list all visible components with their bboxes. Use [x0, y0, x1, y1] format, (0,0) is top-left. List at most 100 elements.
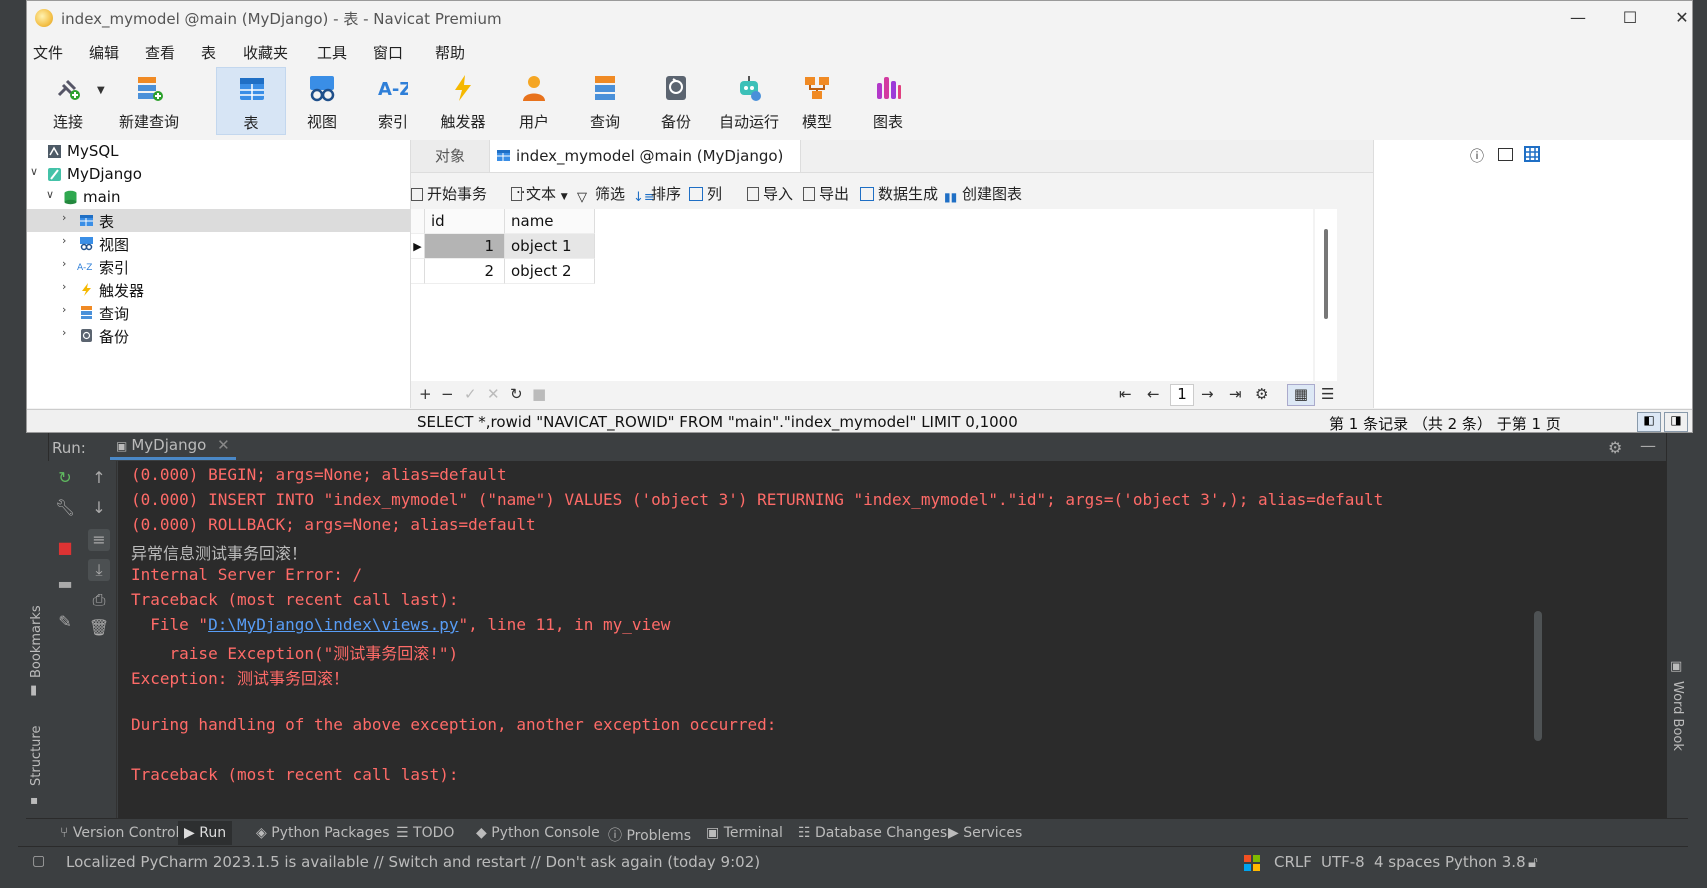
- grid-view-icon[interactable]: ▦: [1287, 384, 1315, 406]
- tree-item-main[interactable]: ∨ main: [27, 186, 410, 209]
- run-tool-tab[interactable]: ▶ Run: [178, 821, 233, 845]
- down-arrow-icon[interactable]: ↓: [88, 497, 110, 519]
- menu-file[interactable]: 文件: [33, 42, 63, 63]
- create-chart-button[interactable]: ▮▮ 创建图表: [944, 183, 1022, 204]
- interpreter-indicator[interactable]: Python 3.8: [1445, 853, 1526, 871]
- toolbar-model-button[interactable]: 模型: [782, 67, 852, 135]
- page-number-input[interactable]: 1: [1170, 384, 1194, 406]
- print-icon[interactable]: ⎙: [88, 589, 110, 611]
- lock-icon[interactable]: 🔓︎: [1528, 853, 1538, 871]
- services-tab[interactable]: ▶ Services: [948, 825, 1022, 841]
- toolbar-table-button[interactable]: 表: [216, 67, 286, 135]
- chevron-down-icon[interactable]: ∨: [30, 165, 42, 178]
- version-control-tab[interactable]: ⑂ Version Control: [60, 825, 179, 841]
- connect-button[interactable]: 连接: [33, 67, 103, 135]
- scrollbar-thumb[interactable]: [1324, 229, 1328, 319]
- chevron-right-icon[interactable]: ›: [62, 280, 74, 293]
- tree-item-triggers[interactable]: › 触发器: [27, 278, 410, 301]
- tab-index-mymodel[interactable]: index_mymodel @main (MyDjango) ...: [489, 140, 801, 197]
- chevron-right-icon[interactable]: ›: [62, 234, 74, 247]
- import-button[interactable]: 导入: [747, 183, 793, 204]
- file-link[interactable]: D:\MyDjango\index\views.py: [208, 615, 458, 634]
- python-console-tab[interactable]: ◆ Python Console: [476, 825, 600, 841]
- chevron-right-icon[interactable]: ›: [62, 326, 74, 339]
- text-button[interactable]: 文本 ▼: [511, 183, 568, 204]
- stop-icon[interactable]: ■: [54, 537, 76, 559]
- table-cell[interactable]: 2: [425, 259, 505, 284]
- tree-item-mysql[interactable]: MySQL: [27, 140, 410, 163]
- toolbar-trigger-button[interactable]: 触发器: [428, 67, 498, 135]
- add-record-button[interactable]: +: [419, 385, 432, 403]
- grid-view-icon[interactable]: [1524, 146, 1540, 162]
- tree-item-tables[interactable]: › 表: [27, 209, 410, 232]
- toolbar-index-button[interactable]: A-Z 索引: [358, 67, 428, 135]
- begin-transaction-button[interactable]: 开始事务: [411, 183, 487, 204]
- trash-icon[interactable]: 🗑︎: [88, 617, 110, 639]
- indent-indicator[interactable]: 4 spaces: [1374, 853, 1440, 871]
- column-header-id[interactable]: id: [425, 209, 505, 234]
- tree-item-indexes[interactable]: › A-Z 索引: [27, 255, 410, 278]
- apply-changes-button[interactable]: ✓: [464, 385, 477, 403]
- tree-item-views[interactable]: › 视图: [27, 232, 410, 255]
- discard-changes-button[interactable]: ✕: [487, 385, 500, 403]
- word-book-tab[interactable]: Word Book: [1670, 681, 1685, 751]
- toolbar-automation-button[interactable]: 自动运行: [711, 67, 787, 135]
- layout-icon[interactable]: ▬: [54, 573, 76, 595]
- terminal-tab[interactable]: ▣ Terminal: [706, 825, 783, 841]
- maximize-button[interactable]: ☐: [1610, 5, 1650, 31]
- line-separator-indicator[interactable]: CRLF: [1274, 853, 1312, 871]
- close-tab-icon[interactable]: ✕: [217, 436, 230, 454]
- form-view-icon[interactable]: ☰: [1321, 385, 1334, 403]
- table-cell[interactable]: object 1: [505, 234, 595, 259]
- stop-icon[interactable]: ■: [532, 385, 546, 403]
- menu-view[interactable]: 查看: [145, 42, 175, 63]
- menu-table[interactable]: 表: [201, 42, 216, 63]
- sort-button[interactable]: ↓≡排序: [633, 183, 681, 205]
- tab-objects[interactable]: 对象: [411, 140, 489, 172]
- bookmarks-tab[interactable]: Bookmarks: [29, 605, 44, 678]
- pin-icon[interactable]: ✎: [54, 611, 76, 633]
- last-page-button[interactable]: ⇥: [1229, 385, 1242, 403]
- settings-gear-icon[interactable]: ⚙: [1608, 438, 1622, 457]
- encoding-indicator[interactable]: UTF-8: [1321, 853, 1365, 871]
- hide-panel-icon[interactable]: —: [1640, 436, 1656, 455]
- grid-scrollbar[interactable]: [1315, 209, 1337, 381]
- toolbar-chart-button[interactable]: 图表: [853, 67, 923, 135]
- delete-record-button[interactable]: −: [441, 385, 454, 403]
- next-page-button[interactable]: →: [1201, 385, 1214, 403]
- menu-window[interactable]: 窗口: [373, 42, 403, 63]
- database-changes-tab[interactable]: ☷ Database Changes: [798, 825, 947, 841]
- panel-left-icon[interactable]: ◧: [1637, 412, 1661, 432]
- toolbar-user-button[interactable]: 用户: [499, 67, 569, 135]
- up-arrow-icon[interactable]: ↑: [88, 467, 110, 489]
- console-scrollbar[interactable]: [1532, 461, 1544, 818]
- problems-tab[interactable]: ⓘ Problems: [608, 825, 691, 845]
- rerun-icon[interactable]: ↻: [54, 467, 76, 489]
- minimize-button[interactable]: —: [1558, 5, 1598, 31]
- refresh-icon[interactable]: ↻: [510, 385, 523, 403]
- chevron-right-icon[interactable]: ›: [62, 211, 74, 224]
- soft-wrap-icon[interactable]: ≡: [88, 529, 110, 551]
- tree-item-queries[interactable]: › 查询: [27, 301, 410, 324]
- run-tab-mydjango[interactable]: ▣ MyDjango ✕: [110, 436, 236, 460]
- scroll-to-end-icon[interactable]: ⤓: [88, 559, 110, 581]
- menu-tools[interactable]: 工具: [317, 42, 347, 63]
- toolbar-query-button[interactable]: 查询: [570, 67, 640, 135]
- tree-item-backups[interactable]: › 备份: [27, 324, 410, 347]
- panel-right-icon[interactable]: ◨: [1664, 412, 1688, 432]
- filter-button[interactable]: ▽ 筛选: [577, 183, 625, 205]
- todo-tab[interactable]: ☰ TODO: [396, 825, 454, 841]
- update-notification[interactable]: Localized PyCharm 2023.1.5 is available …: [66, 853, 760, 871]
- table-cell[interactable]: object 2: [505, 259, 595, 284]
- chevron-down-icon[interactable]: ∨: [46, 188, 58, 201]
- wrench-icon[interactable]: 🔧︎: [54, 497, 76, 519]
- chevron-right-icon[interactable]: ›: [62, 303, 74, 316]
- toggle-tool-windows-icon[interactable]: ▢: [32, 853, 45, 869]
- toolbar-backup-button[interactable]: 备份: [641, 67, 711, 135]
- export-button[interactable]: 导出: [803, 183, 849, 204]
- menu-help[interactable]: 帮助: [435, 42, 465, 63]
- table-cell[interactable]: 1: [425, 234, 505, 259]
- data-generation-button[interactable]: 数据生成: [860, 183, 938, 204]
- toolbar-view-button[interactable]: 视图: [287, 67, 357, 135]
- tree-item-mydjango[interactable]: ∨ MyDjango: [27, 163, 410, 186]
